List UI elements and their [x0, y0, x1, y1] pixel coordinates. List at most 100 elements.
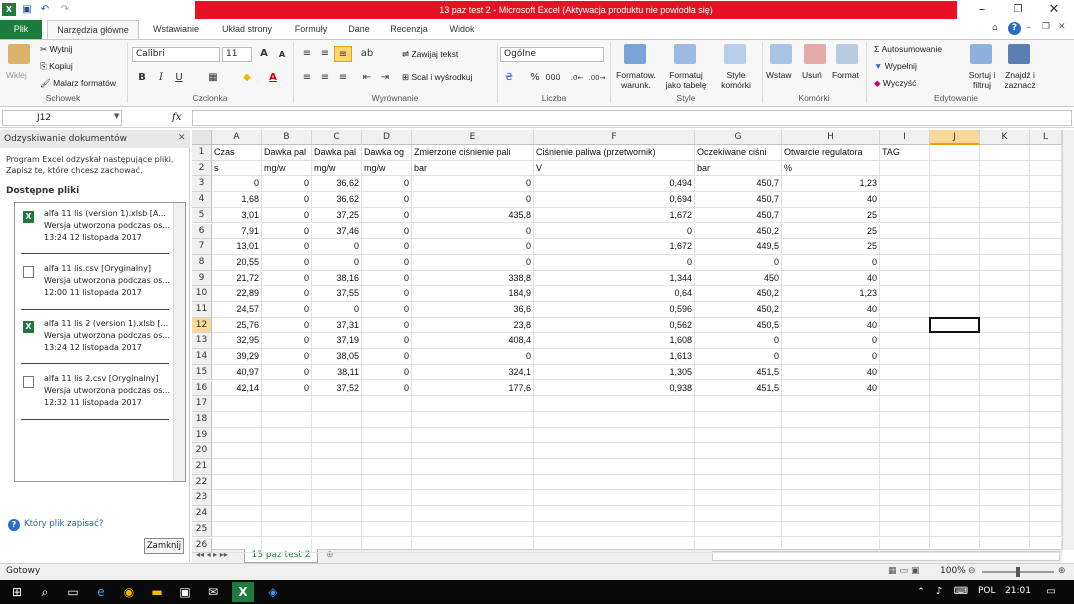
cell[interactable]: [695, 459, 782, 475]
cell[interactable]: [412, 427, 534, 444]
cell[interactable]: 0: [262, 317, 312, 334]
cell[interactable]: [412, 459, 534, 475]
cell[interactable]: [1030, 333, 1062, 350]
cell[interactable]: [212, 537, 262, 554]
cell[interactable]: 177,6: [412, 380, 534, 397]
task-view-icon[interactable]: ▭: [62, 582, 84, 602]
tab-page-layout[interactable]: Układ strony: [214, 20, 280, 39]
keyboard-icon[interactable]: ⌨: [950, 582, 972, 602]
cell[interactable]: [930, 380, 980, 397]
cell[interactable]: 0: [262, 364, 312, 381]
cell[interactable]: [362, 396, 412, 412]
row-header-26[interactable]: 26: [192, 537, 212, 554]
sort-filter-icon[interactable]: [970, 44, 992, 64]
cell[interactable]: 0: [262, 286, 312, 302]
cell[interactable]: [534, 474, 695, 491]
row-header-6[interactable]: 6: [192, 223, 212, 240]
tab-home[interactable]: Narzędzia główne: [47, 20, 139, 39]
cell[interactable]: 0: [362, 349, 412, 365]
cell[interactable]: [880, 207, 930, 224]
font-size-combo[interactable]: 11: [222, 47, 252, 62]
cell-styles-button[interactable]: Style komórki: [714, 70, 758, 90]
cell[interactable]: 0: [362, 270, 412, 287]
file-list-scrollbar[interactable]: [173, 203, 185, 481]
cell[interactable]: [980, 443, 1030, 459]
cell[interactable]: [534, 459, 695, 475]
cell[interactable]: 1,23: [782, 176, 880, 193]
cell[interactable]: [262, 537, 312, 554]
cell[interactable]: 324,1: [412, 364, 534, 381]
cell[interactable]: [980, 333, 1030, 350]
cell[interactable]: 0: [412, 223, 534, 240]
cell[interactable]: [930, 349, 980, 365]
cell[interactable]: [1030, 176, 1062, 193]
cell[interactable]: 0: [695, 333, 782, 350]
cell[interactable]: [362, 427, 412, 444]
row-header-19[interactable]: 19: [192, 427, 212, 444]
cell[interactable]: 37,31: [312, 317, 362, 334]
font-color-icon[interactable]: A: [264, 70, 282, 86]
cell[interactable]: [695, 443, 782, 459]
cell[interactable]: 0: [362, 207, 412, 224]
cell[interactable]: [1030, 302, 1062, 318]
cell[interactable]: [262, 490, 312, 507]
cell[interactable]: [930, 192, 980, 208]
recovered-file-2[interactable]: alfa 11 lis.csv [Oryginalny] Wersja utwo…: [15, 260, 172, 312]
cell-styles-icon[interactable]: [724, 44, 746, 64]
cell[interactable]: 0: [262, 176, 312, 193]
cell[interactable]: 0: [362, 192, 412, 208]
cell[interactable]: 0: [412, 254, 534, 271]
cell[interactable]: 450,7: [695, 207, 782, 224]
cell[interactable]: [930, 537, 980, 554]
cell[interactable]: [930, 270, 980, 287]
cell[interactable]: 450,7: [695, 192, 782, 208]
borders-icon[interactable]: ▦: [204, 70, 222, 86]
cell[interactable]: [534, 396, 695, 412]
cell[interactable]: [534, 537, 695, 554]
cell[interactable]: [362, 537, 412, 554]
cell[interactable]: [534, 443, 695, 459]
cell[interactable]: [212, 506, 262, 522]
tab-file[interactable]: Plik: [0, 20, 42, 39]
cell[interactable]: 40: [782, 192, 880, 208]
view-mode-icons[interactable]: ▦▭▣: [888, 566, 923, 576]
cell[interactable]: [880, 176, 930, 193]
insert-function-button[interactable]: fx: [172, 110, 190, 126]
cell[interactable]: [1030, 443, 1062, 459]
cell[interactable]: 40: [782, 364, 880, 381]
format-table-button[interactable]: Formatuj jako tabelę: [662, 70, 710, 90]
row-header-1[interactable]: 1: [192, 145, 212, 161]
cell[interactable]: [312, 490, 362, 507]
cell[interactable]: [695, 427, 782, 444]
cell[interactable]: 36,62: [312, 176, 362, 193]
cell[interactable]: 435,8: [412, 207, 534, 224]
close-icon[interactable]: ✕: [1040, 2, 1068, 18]
cell[interactable]: 0,694: [534, 192, 695, 208]
cell[interactable]: 451,5: [695, 380, 782, 397]
cell[interactable]: [880, 411, 930, 428]
cell[interactable]: [880, 333, 930, 350]
formula-input[interactable]: [192, 110, 1072, 126]
cell[interactable]: [782, 537, 880, 554]
decrease-decimal-icon[interactable]: .00→: [588, 70, 606, 86]
indent-decrease-icon[interactable]: ⇤: [358, 70, 376, 86]
cell[interactable]: [695, 506, 782, 522]
row-header-10[interactable]: 10: [192, 286, 212, 302]
insert-cells-button[interactable]: Wstaw: [766, 70, 792, 80]
cell[interactable]: 0: [312, 302, 362, 318]
notifications-icon[interactable]: ▭: [1040, 582, 1062, 602]
cell[interactable]: 1,672: [534, 239, 695, 255]
cell[interactable]: 42,14: [212, 380, 262, 397]
cell[interactable]: 449,5: [695, 239, 782, 255]
cell[interactable]: [534, 521, 695, 538]
cell[interactable]: [980, 490, 1030, 507]
close-recovery-button[interactable]: Zamknij: [144, 538, 184, 554]
cell[interactable]: 0: [362, 302, 412, 318]
cell[interactable]: [1030, 207, 1062, 224]
chrome-icon[interactable]: ◉: [118, 582, 140, 602]
align-top-icon[interactable]: ≡: [298, 46, 316, 62]
cell[interactable]: 450,2: [695, 302, 782, 318]
align-bottom-icon[interactable]: ≡: [334, 46, 352, 62]
cell[interactable]: 1,672: [534, 207, 695, 224]
cell[interactable]: [695, 537, 782, 554]
